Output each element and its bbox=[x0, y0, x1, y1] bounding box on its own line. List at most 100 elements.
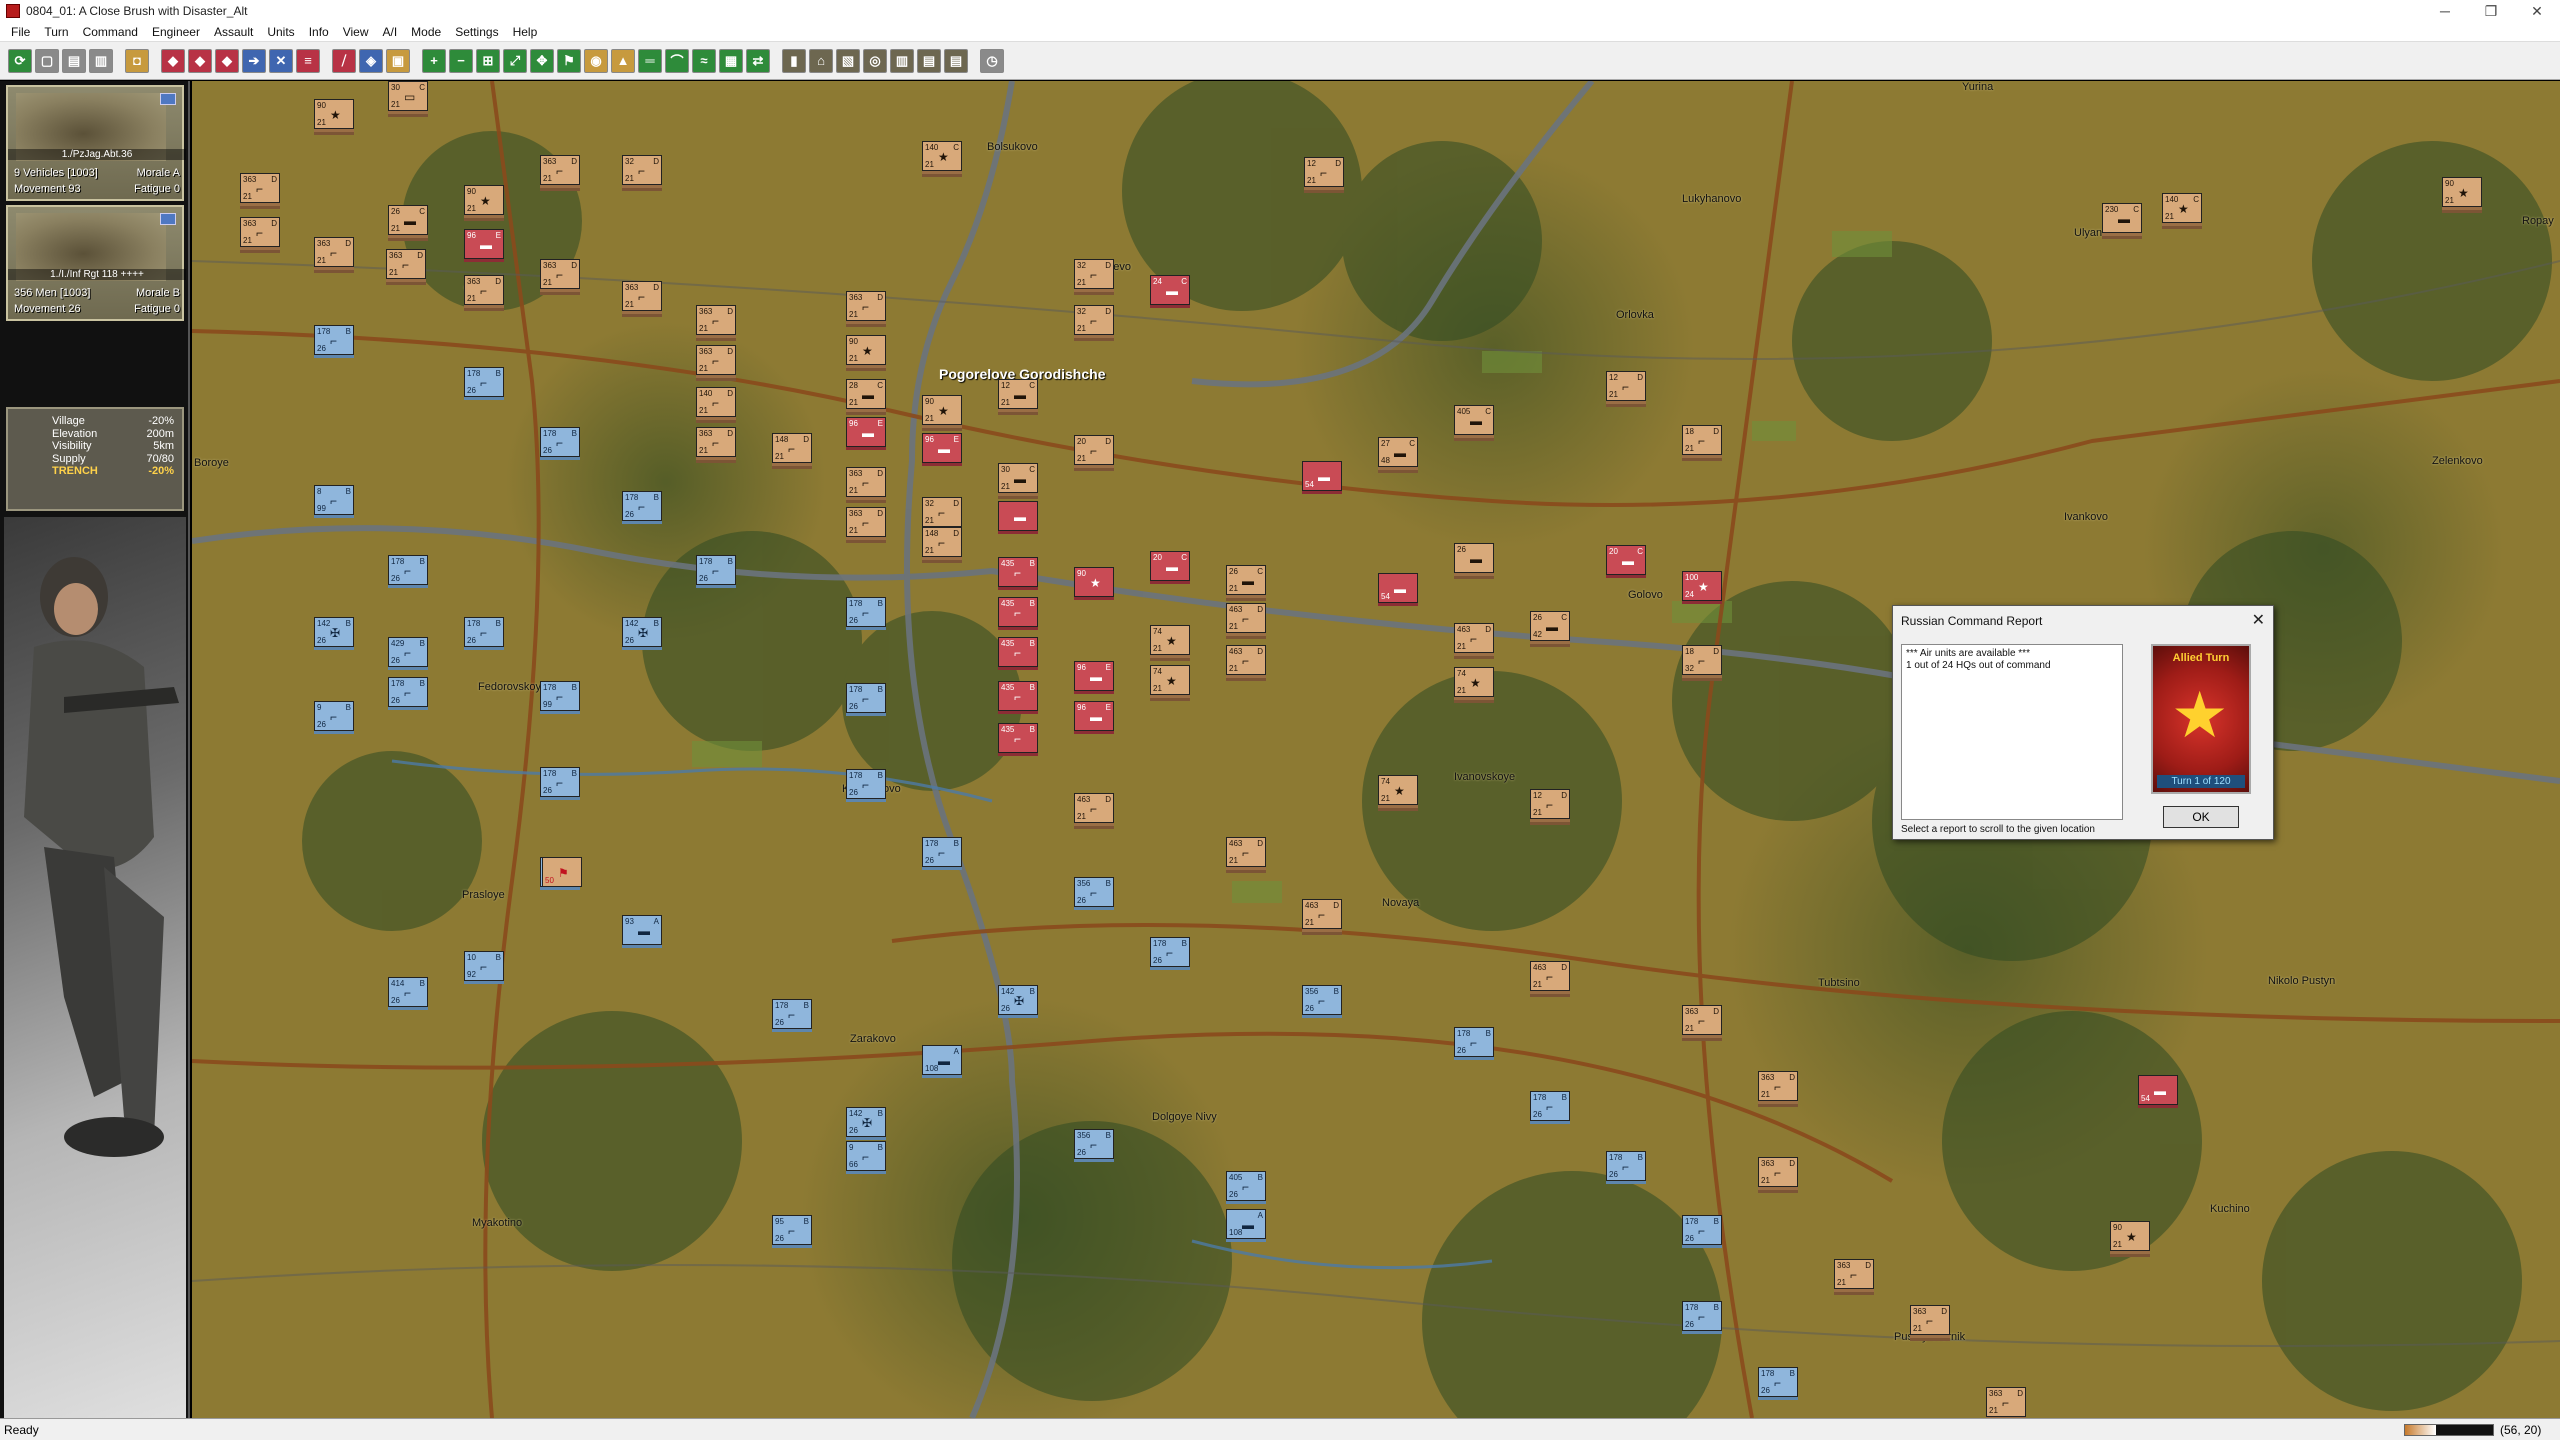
scroll-icon[interactable]: ⇄ bbox=[746, 48, 770, 73]
german-unit-counter[interactable]: 363 D 21 ⌐ bbox=[846, 467, 886, 497]
page-icon[interactable]: ▥ bbox=[89, 48, 113, 73]
menu-turn[interactable]: Turn bbox=[37, 25, 75, 39]
folder-icon[interactable]: ▤ bbox=[62, 48, 86, 73]
german-unit-counter[interactable]: 363 D 21 ⌐ bbox=[1758, 1157, 1798, 1187]
german-unit-counter[interactable]: 12 D 21 ⌐ bbox=[1606, 371, 1646, 401]
german-infantry-unit-counter[interactable]: 356 B 26 ⌐ bbox=[1302, 985, 1342, 1015]
german-unit-counter[interactable]: 363 D 21 ⌐ bbox=[1986, 1387, 2026, 1417]
slash-icon[interactable]: ⧸ bbox=[332, 48, 356, 73]
german-unit-counter[interactable]: 18 D 21 ⌐ bbox=[1682, 425, 1722, 455]
german-infantry-unit-counter[interactable]: 356 B 26 ⌐ bbox=[1074, 877, 1114, 907]
soviet-unit-counter[interactable]: 96 E ▬ bbox=[464, 229, 504, 259]
menu-units[interactable]: Units bbox=[260, 25, 301, 39]
soviet-unit-counter[interactable]: 90 ★ bbox=[1074, 567, 1114, 597]
soviet-unit-counter[interactable]: 96 E ▬ bbox=[1074, 701, 1114, 731]
german-unit-counter[interactable]: 140 C 21 ★ bbox=[2162, 193, 2202, 223]
german-unit-counter[interactable]: 363 D 21 ⌐ bbox=[314, 237, 354, 267]
german-unit-counter[interactable]: 18 D 32 ⌐ bbox=[1682, 645, 1722, 675]
shield-icon[interactable]: ◈ bbox=[359, 48, 383, 73]
box-icon[interactable]: ▣ bbox=[386, 48, 410, 73]
minus-icon[interactable]: − bbox=[449, 48, 473, 73]
german-infantry-unit-counter[interactable]: 178 B 26 ⌐ bbox=[846, 769, 886, 799]
german-infantry-unit-counter[interactable]: 142 B 26 ✠ bbox=[314, 617, 354, 647]
german-unit-counter[interactable]: 140 C 21 ★ bbox=[922, 141, 962, 171]
flag-red-icon[interactable]: ◆ bbox=[188, 48, 212, 73]
lock-icon[interactable]: ▮ bbox=[782, 48, 806, 73]
german-infantry-unit-counter[interactable]: 414 B 26 ⌐ bbox=[388, 977, 428, 1007]
german-unit-counter[interactable]: 363 D 21 ⌐ bbox=[622, 281, 662, 311]
unit-icon[interactable]: ◘ bbox=[125, 48, 149, 73]
expand-icon[interactable]: ⤢ bbox=[503, 48, 527, 73]
menu-help[interactable]: Help bbox=[506, 25, 545, 39]
page-icon[interactable]: ▤ bbox=[944, 48, 968, 73]
german-infantry-unit-counter[interactable]: 178 B 26 ⌐ bbox=[1150, 937, 1190, 967]
page-icon[interactable]: ▤ bbox=[917, 48, 941, 73]
german-infantry-unit-counter[interactable]: 178 B 26 ⌐ bbox=[1682, 1215, 1722, 1245]
soviet-unit-counter[interactable]: 435 B ⌐ bbox=[998, 637, 1038, 667]
german-unit-counter[interactable]: 363 D 21 ⌐ bbox=[1758, 1071, 1798, 1101]
circle-icon[interactable]: ◎ bbox=[863, 48, 887, 73]
soviet-unit-counter[interactable]: 435 B ⌐ bbox=[998, 723, 1038, 753]
german-infantry-unit-counter[interactable]: 405 B 26 ⌐ bbox=[1226, 1171, 1266, 1201]
german-unit-counter[interactable]: 26 C 21 ▬ bbox=[388, 205, 428, 235]
german-infantry-unit-counter[interactable]: 9 B 66 ⌐ bbox=[846, 1141, 886, 1171]
german-infantry-unit-counter[interactable]: 178 B 26 ⌐ bbox=[540, 767, 580, 797]
ok-button[interactable]: OK bbox=[2163, 806, 2239, 828]
soviet-unit-counter[interactable]: 54 ▬ bbox=[1378, 573, 1418, 603]
german-unit-counter[interactable]: 363 D 21 ⌐ bbox=[696, 305, 736, 335]
german-infantry-unit-counter[interactable]: 178 B 26 ⌐ bbox=[1606, 1151, 1646, 1181]
german-unit-counter[interactable]: 90 21 ★ bbox=[2110, 1221, 2150, 1251]
menu-settings[interactable]: Settings bbox=[448, 25, 505, 39]
soviet-unit-counter[interactable]: 20 C ▬ bbox=[1150, 551, 1190, 581]
soviet-unit-counter[interactable]: 24 C ▬ bbox=[1150, 275, 1190, 305]
german-unit-counter[interactable]: 30 C 21 ▭ bbox=[388, 81, 428, 111]
marker-icon[interactable]: ◉ bbox=[584, 48, 608, 73]
german-unit-counter[interactable]: 90 21 ★ bbox=[2442, 177, 2482, 207]
german-unit-counter[interactable]: 28 C 21 ▬ bbox=[846, 379, 886, 409]
german-unit-counter[interactable]: 90 21 ★ bbox=[922, 395, 962, 425]
german-unit-counter[interactable]: 363 D 21 ⌐ bbox=[540, 155, 580, 185]
german-infantry-unit-counter[interactable]: 178 B 26 ⌐ bbox=[622, 491, 662, 521]
german-infantry-unit-counter[interactable]: A 108 ▬ bbox=[922, 1045, 962, 1075]
german-infantry-unit-counter[interactable]: 178 B 26 ⌐ bbox=[846, 683, 886, 713]
german-unit-counter[interactable]: 90 21 ★ bbox=[464, 185, 504, 215]
german-unit-counter[interactable]: 363 D 21 ⌐ bbox=[386, 249, 426, 279]
german-unit-counter[interactable]: 363 D 21 ⌐ bbox=[540, 259, 580, 289]
german-unit-counter[interactable]: 20 D 21 ⌐ bbox=[1074, 435, 1114, 465]
german-unit-counter[interactable]: 463 D 21 ⌐ bbox=[1226, 645, 1266, 675]
german-unit-counter[interactable]: 32 D 21 ⌐ bbox=[1074, 259, 1114, 289]
german-unit-counter[interactable]: 32 D 21 ⌐ bbox=[622, 155, 662, 185]
dialog-close-icon[interactable]: ✕ bbox=[2252, 610, 2265, 630]
menu-command[interactable]: Command bbox=[76, 25, 145, 39]
german-infantry-unit-counter[interactable]: 10 B 92 ⌐ bbox=[464, 951, 504, 981]
flag-red-icon[interactable]: ◆ bbox=[215, 48, 239, 73]
bridge-icon[interactable]: ⌒ bbox=[665, 48, 689, 73]
close-button[interactable]: ✕ bbox=[2514, 0, 2560, 22]
menu-ai[interactable]: A/I bbox=[376, 25, 405, 39]
german-unit-counter[interactable]: 363 D 21 ⌐ bbox=[696, 427, 736, 457]
german-unit-counter[interactable]: 463 D 21 ⌐ bbox=[1454, 623, 1494, 653]
german-unit-counter[interactable]: 27 C 48 ▬ bbox=[1378, 437, 1418, 467]
german-infantry-unit-counter[interactable]: 9 B 26 ⌐ bbox=[314, 701, 354, 731]
german-infantry-unit-counter[interactable]: A 108 ▬ bbox=[1226, 1209, 1266, 1239]
german-unit-counter[interactable]: 90 21 ★ bbox=[846, 335, 886, 365]
report-line[interactable]: 1 out of 24 HQs out of command bbox=[1906, 660, 2118, 672]
german-infantry-unit-counter[interactable]: 178 B 26 ⌐ bbox=[1682, 1301, 1722, 1331]
hex-map[interactable]: BolsukovoBurnevoPogoreloye GorodishcheLu… bbox=[192, 81, 2560, 1418]
german-infantry-unit-counter[interactable]: 142 B 26 ✠ bbox=[622, 617, 662, 647]
german-unit-counter[interactable]: 363 D 21 ⌐ bbox=[846, 291, 886, 321]
list-icon[interactable]: ≡ bbox=[296, 48, 320, 73]
supply-icon[interactable]: ▧ bbox=[836, 48, 860, 73]
german-infantry-unit-counter[interactable]: 178 B 26 ⌐ bbox=[314, 325, 354, 355]
german-unit-counter[interactable]: 148 D 21 ⌐ bbox=[922, 527, 962, 557]
soviet-unit-counter[interactable]: 100 24 ★ bbox=[1682, 571, 1722, 601]
german-infantry-unit-counter[interactable]: 356 B 26 ⌐ bbox=[1074, 1129, 1114, 1159]
road-icon[interactable]: ═ bbox=[638, 48, 662, 73]
german-unit-counter[interactable]: 363 D 21 ⌐ bbox=[240, 217, 280, 247]
german-infantry-unit-counter[interactable]: 178 B 26 ⌐ bbox=[464, 367, 504, 397]
german-unit-counter[interactable]: 463 D 21 ⌐ bbox=[1530, 961, 1570, 991]
german-unit-counter[interactable]: 363 D 21 ⌐ bbox=[464, 275, 504, 305]
soviet-unit-counter[interactable]: 20 C ▬ bbox=[1606, 545, 1646, 575]
soviet-unit-counter[interactable]: 96 E ▬ bbox=[1074, 661, 1114, 691]
arrow-icon[interactable]: ➔ bbox=[242, 48, 266, 73]
